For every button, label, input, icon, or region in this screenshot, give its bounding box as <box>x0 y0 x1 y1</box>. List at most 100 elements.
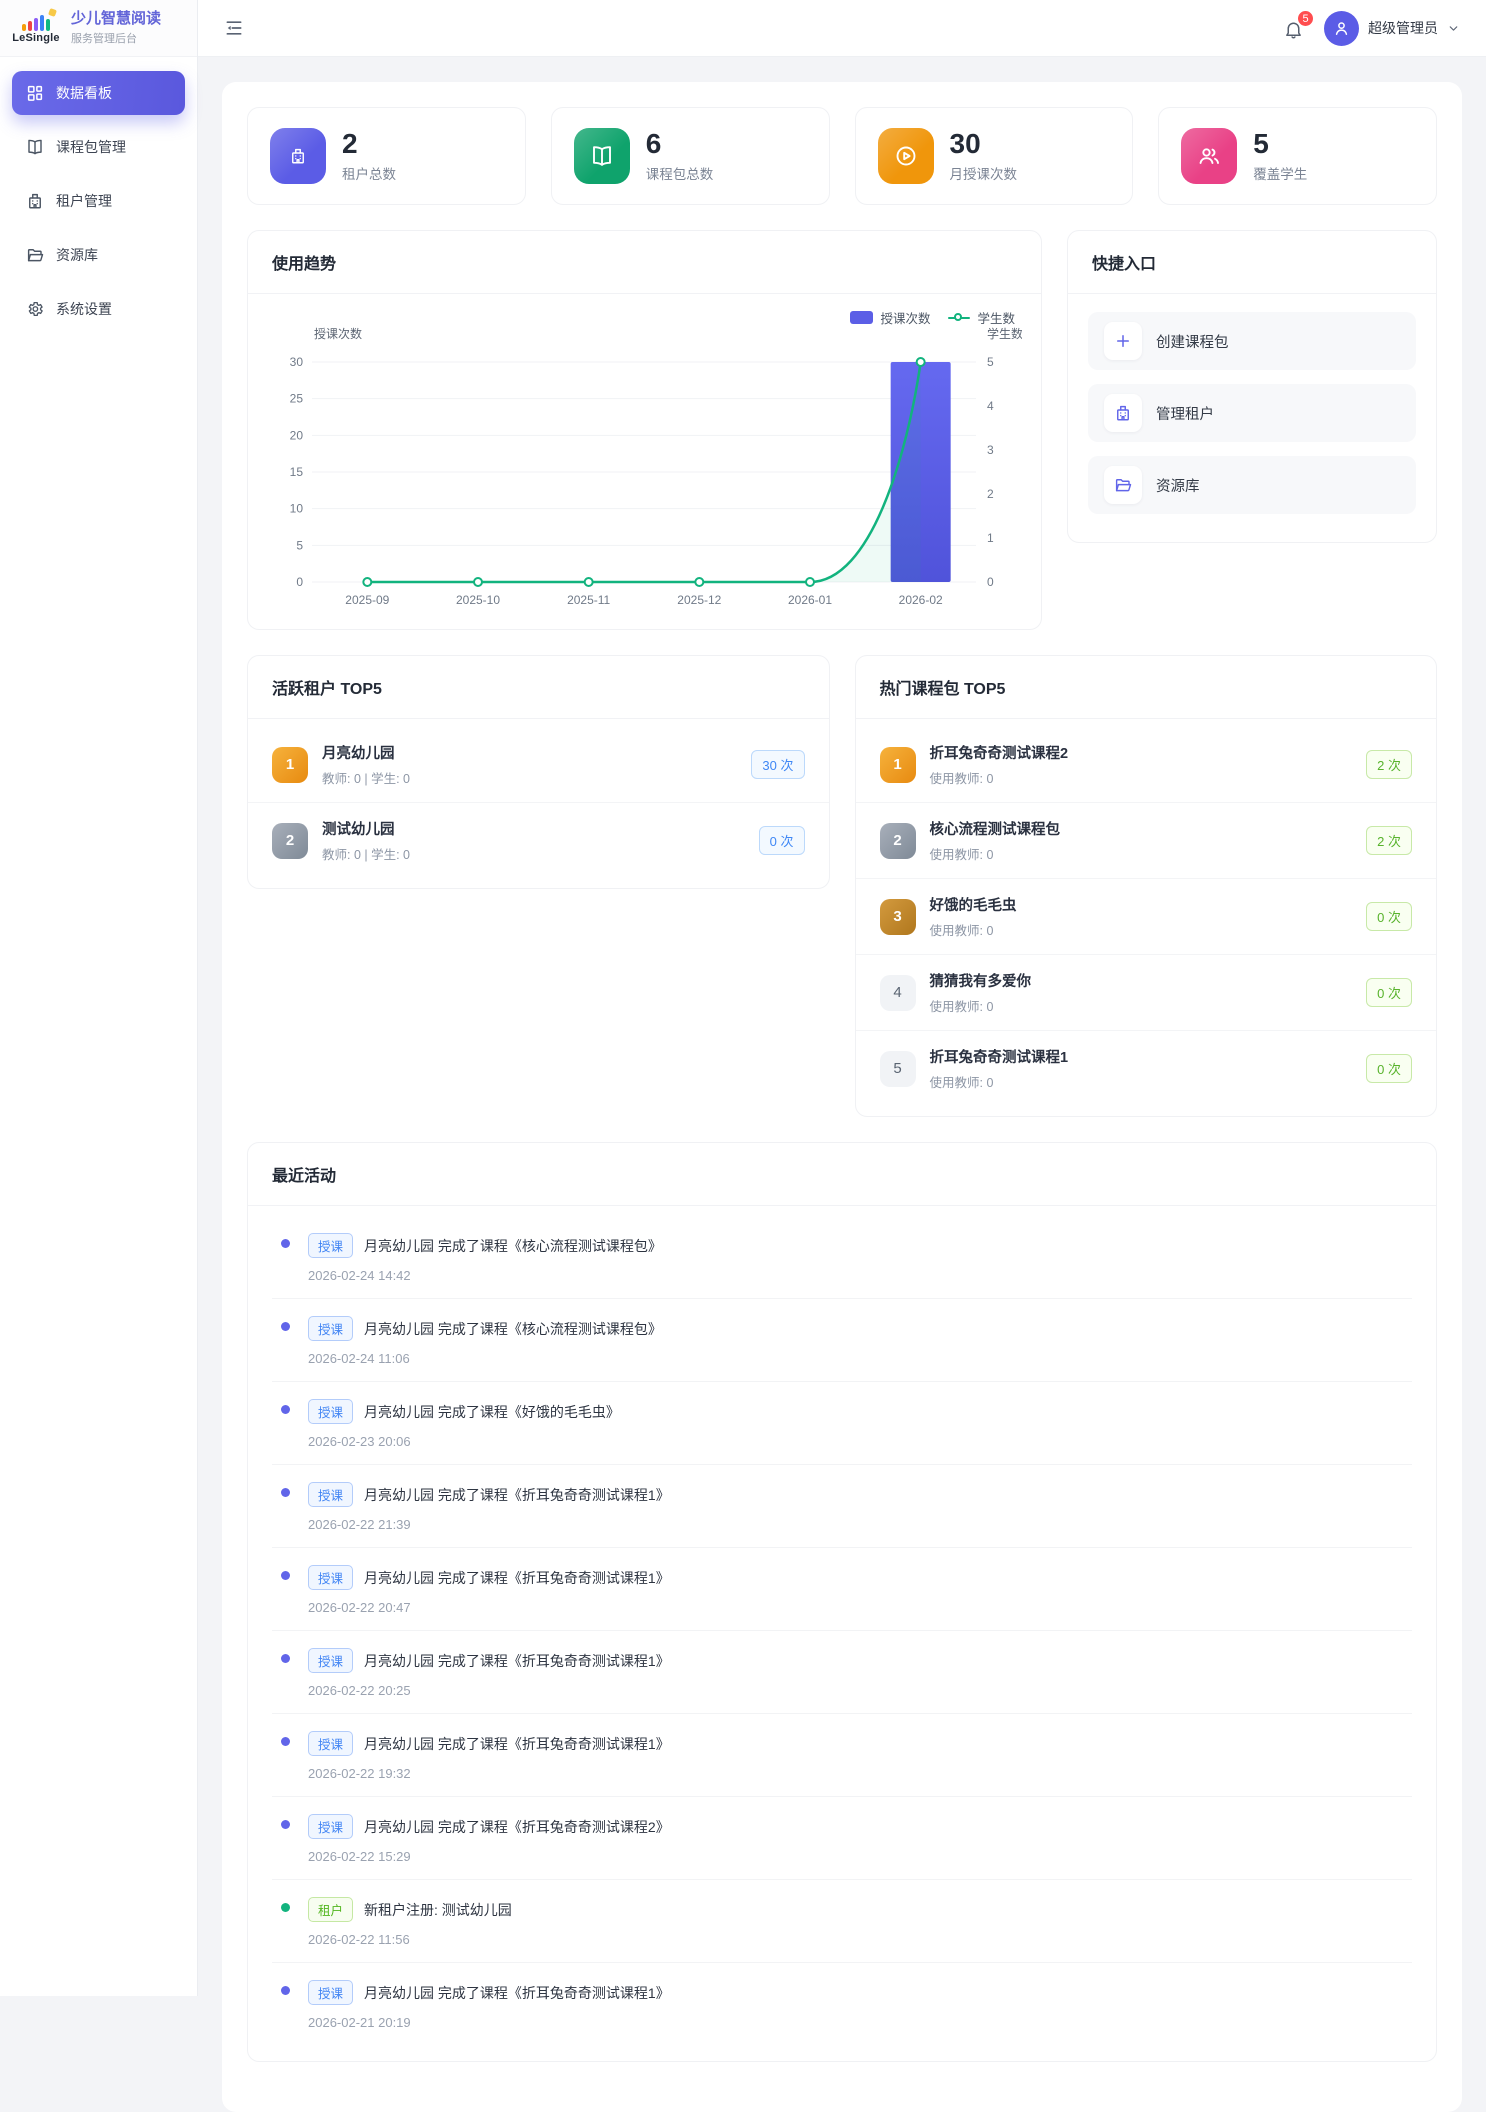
count-badge: 0 次 <box>1366 1054 1412 1083</box>
svg-text:2025-12: 2025-12 <box>677 593 721 607</box>
hot-packages-header: 热门课程包 TOP5 <box>856 656 1437 719</box>
activity-text: 月亮幼儿园 完成了课程《核心流程测试课程包》 <box>364 1236 662 1256</box>
svg-text:10: 10 <box>290 502 304 516</box>
svg-text:2026-01: 2026-01 <box>788 593 832 607</box>
notification-bell[interactable]: 5 <box>1283 16 1304 40</box>
rank-badge: 2 <box>272 823 308 859</box>
activity-text: 月亮幼儿园 完成了课程《折耳兔奇奇测试课程1》 <box>364 1734 670 1754</box>
quick-link-1[interactable]: 管理租户 <box>1088 384 1416 442</box>
activity-time: 2026-02-23 20:06 <box>308 1434 1412 1449</box>
active-tenants-list: 1月亮幼儿园教师: 0 | 学生: 030 次2测试幼儿园教师: 0 | 学生:… <box>248 719 829 888</box>
svg-text:授课次数: 授课次数 <box>314 326 362 341</box>
recent-activity-list: 授课月亮幼儿园 完成了课程《核心流程测试课程包》2026-02-24 14:42… <box>248 1206 1436 2061</box>
sidebar-item-1[interactable]: 课程包管理 <box>12 125 185 169</box>
menu-fold-icon[interactable] <box>224 18 244 38</box>
activity-dot-icon <box>281 1820 290 1829</box>
sidebar-item-label: 课程包管理 <box>56 137 126 157</box>
svg-text:2025-10: 2025-10 <box>456 593 500 607</box>
book-icon <box>26 138 44 156</box>
activity-tag: 授课 <box>308 1980 353 2005</box>
legend-item-line[interactable]: 学生数 <box>948 308 1015 327</box>
activity-tag: 授课 <box>308 1233 353 1258</box>
activity-item: 授课月亮幼儿园 完成了课程《核心流程测试课程包》 2026-02-24 14:42 <box>272 1216 1412 1298</box>
sidebar-item-2[interactable]: 租户管理 <box>12 179 185 223</box>
user-menu[interactable]: 超级管理员 <box>1324 11 1460 46</box>
activity-dot-icon <box>281 1405 290 1414</box>
activity-text: 新租户注册: 测试幼儿园 <box>364 1900 512 1920</box>
sidebar-item-0[interactable]: 数据看板 <box>12 71 185 115</box>
sidebar-item-4[interactable]: 系统设置 <box>12 287 185 331</box>
building-icon <box>26 192 44 210</box>
activity-time: 2026-02-22 20:47 <box>308 1600 1412 1615</box>
sidebar-item-label: 租户管理 <box>56 191 112 211</box>
item-meta: 教师: 0 | 学生: 0 <box>322 844 745 863</box>
svg-text:3: 3 <box>987 443 994 457</box>
activity-tag: 授课 <box>308 1731 353 1756</box>
stat-card-2: 30月授课次数 <box>855 107 1134 205</box>
recent-activity-card: 最近活动 授课月亮幼儿园 完成了课程《核心流程测试课程包》2026-02-24 … <box>247 1142 1437 2062</box>
activity-tag: 授课 <box>308 1565 353 1590</box>
quick-entry-list: 创建课程包管理租户资源库 <box>1068 294 1436 542</box>
hot-packages-list: 1折耳兔奇奇测试课程2使用教师: 02 次2核心流程测试课程包使用教师: 02 … <box>856 719 1437 1116</box>
sidebar-item-label: 系统设置 <box>56 299 112 319</box>
stat-value: 2 <box>342 129 396 160</box>
usage-trend-header: 使用趋势 <box>248 231 1041 294</box>
activity-tag: 授课 <box>308 1482 353 1507</box>
item-name: 好饿的毛毛虫 <box>930 894 1353 915</box>
rank-badge: 5 <box>880 1051 916 1087</box>
quick-link-2[interactable]: 资源库 <box>1088 456 1416 514</box>
item-name: 折耳兔奇奇测试课程2 <box>930 742 1353 763</box>
count-badge: 0 次 <box>759 826 805 855</box>
activity-time: 2026-02-24 11:06 <box>308 1351 1412 1366</box>
svg-text:30: 30 <box>290 355 304 369</box>
list-item: 1折耳兔奇奇测试课程2使用教师: 02 次 <box>856 727 1437 802</box>
activity-time: 2026-02-24 14:42 <box>308 1268 1412 1283</box>
activity-tag: 授课 <box>308 1648 353 1673</box>
item-name: 核心流程测试课程包 <box>930 818 1353 839</box>
quick-link-label: 管理租户 <box>1156 403 1214 424</box>
legend-item-bar[interactable]: 授课次数 <box>850 308 930 327</box>
stat-value: 6 <box>646 129 714 160</box>
activity-item: 授课月亮幼儿园 完成了课程《折耳兔奇奇测试课程1》2026-02-22 21:3… <box>272 1464 1412 1547</box>
quick-link-0[interactable]: 创建课程包 <box>1088 312 1416 370</box>
rank-badge: 2 <box>880 823 916 859</box>
usage-trend-card: 使用趋势 授课次数 学生数 051015202530012345授课次数学生数2 <box>247 230 1042 630</box>
count-badge: 30 次 <box>751 750 804 779</box>
activity-time: 2026-02-22 11:56 <box>308 1932 1412 1947</box>
gear-icon <box>26 300 44 318</box>
svg-text:15: 15 <box>290 465 304 479</box>
count-badge: 2 次 <box>1366 750 1412 779</box>
svg-text:1: 1 <box>987 531 994 545</box>
user-name: 超级管理员 <box>1368 18 1438 38</box>
plus-icon <box>1104 322 1142 360</box>
folder-icon <box>26 246 44 264</box>
dashboard-icon <box>26 84 44 102</box>
activity-time: 2026-02-22 19:32 <box>308 1766 1412 1781</box>
activity-item: 授课月亮幼儿园 完成了课程《折耳兔奇奇测试课程1》 2026-02-22 19:3… <box>272 1713 1412 1796</box>
rank-badge: 3 <box>880 899 916 935</box>
trend-chart-svg: 051015202530012345授课次数学生数2025-092025-102… <box>272 310 1022 612</box>
count-badge: 0 次 <box>1366 902 1412 931</box>
list-item: 2核心流程测试课程包使用教师: 02 次 <box>856 802 1437 878</box>
sidebar-item-3[interactable]: 资源库 <box>12 233 185 277</box>
item-meta: 教师: 0 | 学生: 0 <box>322 768 737 787</box>
activity-item: 授课月亮幼儿园 完成了课程《好饿的毛毛虫》2026-02-23 20:06 <box>272 1381 1412 1464</box>
activity-item: 授课月亮幼儿园 完成了课程《折耳兔奇奇测试课程1》2026-02-22 20:2… <box>272 1630 1412 1713</box>
count-badge: 0 次 <box>1366 978 1412 1007</box>
list-item: 1月亮幼儿园教师: 0 | 学生: 030 次 <box>248 727 829 802</box>
rank-badge: 1 <box>272 747 308 783</box>
list-item: 3好饿的毛毛虫使用教师: 00 次 <box>856 878 1437 954</box>
rank-badge: 1 <box>880 747 916 783</box>
list-item: 5折耳兔奇奇测试课程1使用教师: 00 次 <box>856 1030 1437 1106</box>
activity-dot-icon <box>281 1654 290 1663</box>
stats-row: 2租户总数6课程包总数30月授课次数5覆盖学生 <box>247 107 1437 205</box>
quick-link-label: 资源库 <box>1156 475 1200 496</box>
svg-text:2: 2 <box>987 487 994 501</box>
svg-text:20: 20 <box>290 428 304 442</box>
play-circle-icon <box>878 128 934 184</box>
brand-name: LeSingle <box>12 32 59 44</box>
activity-text: 月亮幼儿园 完成了课程《折耳兔奇奇测试课程1》 <box>364 1983 670 2003</box>
activity-time: 2026-02-22 20:25 <box>308 1683 1412 1698</box>
svg-text:2025-09: 2025-09 <box>345 593 389 607</box>
activity-tag: 租户 <box>308 1897 353 1922</box>
